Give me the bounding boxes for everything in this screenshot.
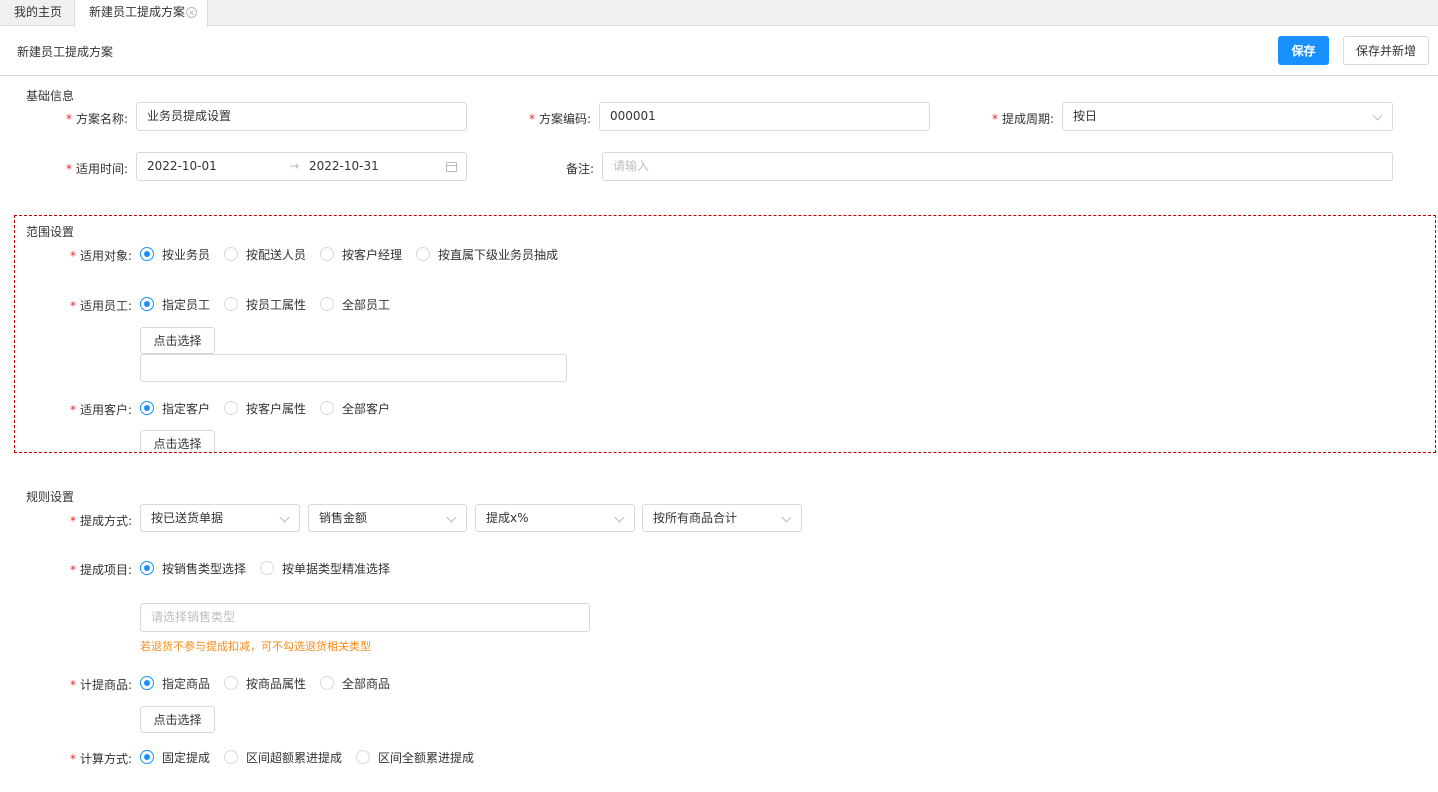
period-select[interactable]: 按日 — [1062, 102, 1393, 131]
radio-target-salesman[interactable]: 按业务员 — [140, 246, 210, 263]
radio-checked-icon — [140, 247, 154, 261]
radio-calc-full[interactable]: 区间全额累进提成 — [356, 749, 474, 766]
calc-radio-group: 固定提成 区间超额累进提成 区间全额累进提成 — [140, 749, 488, 765]
tab-new-scheme-label: 新建员工提成方案 — [89, 5, 186, 19]
radio-unchecked-icon — [320, 297, 335, 311]
chevron-down-icon — [1372, 110, 1383, 121]
method-select-amount[interactable]: 销售金额 — [308, 504, 467, 532]
radio-calc-fixed[interactable]: 固定提成 — [140, 749, 210, 766]
date-start: 2022-10-01 — [147, 159, 217, 173]
radio-customer-attr[interactable]: 按客户属性 — [224, 400, 306, 417]
method-select-scope[interactable]: 按所有商品合计 — [642, 504, 802, 532]
remark-input[interactable]: 请输入 — [602, 152, 1393, 181]
employee-label: * 适用员工: — [70, 299, 133, 313]
chevron-down-icon — [279, 512, 290, 523]
item-label: * 提成项目: — [70, 563, 133, 577]
section-basic-title: 基础信息 — [26, 89, 75, 103]
customer-radio-group: 指定客户 按客户属性 全部客户 — [140, 400, 404, 416]
calc-label: * 计算方式: — [70, 752, 133, 766]
method-label: * 提成方式: — [70, 514, 133, 528]
radio-unchecked-icon — [224, 750, 239, 764]
tab-home-label: 我的主页 — [14, 5, 63, 19]
employee-radio-group: 指定员工 按员工属性 全部员工 — [140, 296, 404, 312]
radio-customer-specified[interactable]: 指定客户 — [140, 400, 210, 417]
apply-time-label: * 适用时间: — [66, 162, 129, 176]
radio-unchecked-icon — [320, 401, 335, 415]
save-and-new-button[interactable]: 保存并新增 — [1343, 36, 1429, 65]
target-label: * 适用对象: — [70, 249, 133, 263]
radio-target-delivery[interactable]: 按配送人员 — [224, 246, 306, 263]
select-customer-button[interactable]: 点击选择 — [140, 430, 215, 452]
select-employee-button[interactable]: 点击选择 — [140, 327, 215, 354]
radio-employee-attr[interactable]: 按员工属性 — [224, 296, 306, 313]
radio-target-manager[interactable]: 按客户经理 — [320, 246, 402, 263]
scheme-code-input[interactable]: 000001 — [599, 102, 930, 131]
radio-unchecked-icon — [260, 561, 275, 575]
sales-type-select[interactable]: 请选择销售类型 — [140, 603, 590, 632]
radio-unchecked-icon — [224, 676, 239, 690]
radio-checked-icon — [140, 750, 154, 764]
goods-radio-group: 指定商品 按商品属性 全部商品 — [140, 675, 404, 691]
goods-label: * 计提商品: — [70, 678, 133, 692]
target-radio-group: 按业务员 按配送人员 按客户经理 按直属下级业务员抽成 — [140, 246, 572, 262]
scheme-name-input[interactable]: 业务员提成设置 — [136, 102, 467, 131]
scheme-name-label: * 方案名称: — [66, 112, 129, 126]
radio-unchecked-icon — [416, 247, 431, 261]
page-header: 新建员工提成方案 保存 保存并新增 — [0, 26, 1438, 76]
customer-label: * 适用客户: — [70, 403, 133, 417]
item-radio-group: 按销售类型选择 按单据类型精准选择 — [140, 560, 404, 576]
radio-checked-icon — [140, 297, 154, 311]
calendar-icon — [446, 162, 457, 172]
tab-new-scheme[interactable]: 新建员工提成方案 × — [74, 0, 208, 27]
radio-unchecked-icon — [224, 297, 239, 311]
radio-goods-attr[interactable]: 按商品属性 — [224, 675, 306, 692]
section-rules-title: 规则设置 — [26, 490, 75, 504]
radio-item-doc-type[interactable]: 按单据类型精准选择 — [260, 560, 390, 577]
radio-checked-icon — [140, 401, 154, 415]
method-select-rate[interactable]: 提成x% — [475, 504, 635, 532]
close-icon[interactable]: × — [186, 7, 197, 18]
radio-employee-specified[interactable]: 指定员工 — [140, 296, 210, 313]
radio-unchecked-icon — [320, 247, 335, 261]
radio-goods-all[interactable]: 全部商品 — [320, 675, 390, 692]
radio-goods-specified[interactable]: 指定商品 — [140, 675, 210, 692]
radio-unchecked-icon — [356, 750, 371, 764]
radio-calc-excess[interactable]: 区间超额累进提成 — [224, 749, 342, 766]
chevron-down-icon — [446, 512, 457, 523]
radio-checked-icon — [140, 561, 154, 575]
period-label: * 提成周期: — [992, 112, 1055, 126]
radio-employee-all[interactable]: 全部员工 — [320, 296, 390, 313]
save-button[interactable]: 保存 — [1278, 36, 1329, 65]
page-title: 新建员工提成方案 — [17, 45, 114, 59]
return-hint-text: 若退货不参与提成扣减，可不勾选退货相关类型 — [140, 640, 371, 653]
chevron-down-icon — [781, 512, 792, 523]
tab-home[interactable]: 我的主页 — [0, 0, 74, 26]
arrow-right-icon: → — [289, 159, 300, 173]
radio-unchecked-icon — [224, 401, 239, 415]
radio-unchecked-icon — [224, 247, 239, 261]
radio-item-sales-type[interactable]: 按销售类型选择 — [140, 560, 246, 577]
date-end: 2022-10-31 — [309, 159, 379, 173]
date-range-picker[interactable]: 2022-10-01 → 2022-10-31 — [136, 152, 467, 181]
radio-target-subordinate[interactable]: 按直属下级业务员抽成 — [416, 246, 558, 263]
radio-unchecked-icon — [320, 676, 335, 690]
scheme-code-label: * 方案编码: — [529, 112, 592, 126]
remark-label: 备注: — [566, 162, 595, 176]
radio-customer-all[interactable]: 全部客户 — [320, 400, 390, 417]
radio-checked-icon — [140, 676, 154, 690]
section-scope-title: 范围设置 — [26, 225, 75, 239]
chevron-down-icon — [614, 512, 625, 523]
tab-bar: 我的主页 新建员工提成方案 × — [0, 0, 1438, 27]
select-goods-button[interactable]: 点击选择 — [140, 706, 215, 733]
method-select-basis[interactable]: 按已送货单据 — [140, 504, 300, 532]
employee-selected-field[interactable] — [140, 354, 567, 382]
